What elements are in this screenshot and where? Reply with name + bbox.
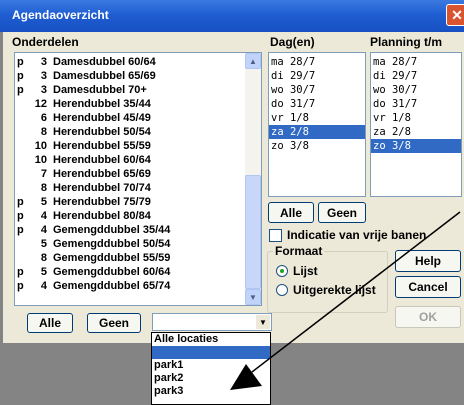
- window: Agendaoverzicht ✕ Onderdelen p 3 Damesdubb…: [0, 0, 464, 405]
- annotation-arrow-icon: [230, 211, 461, 390]
